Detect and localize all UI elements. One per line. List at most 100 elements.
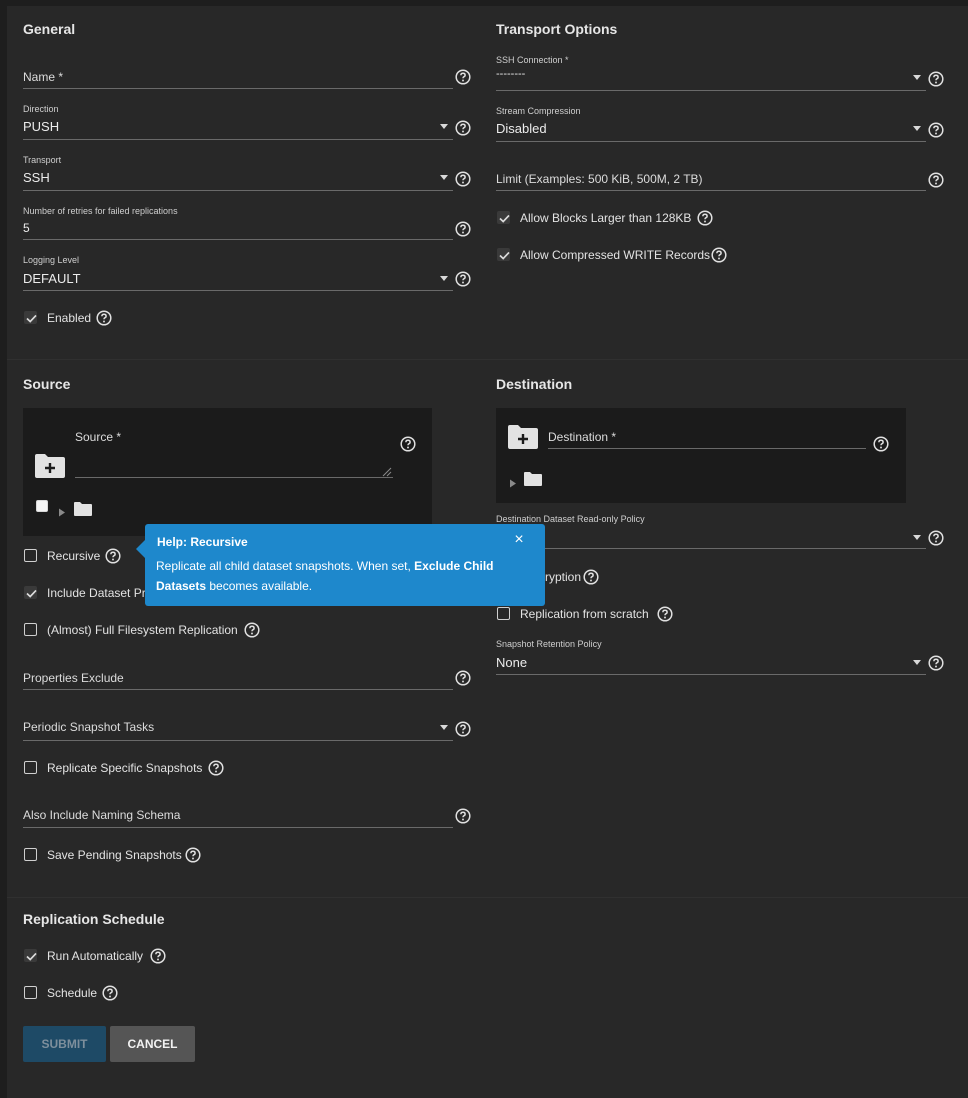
- replication-schedule-section-title: Replication Schedule: [23, 911, 165, 927]
- chevron-down-icon[interactable]: [440, 124, 448, 129]
- periodic-tasks-select[interactable]: Periodic Snapshot Tasks: [23, 720, 154, 734]
- folder-plus-icon[interactable]: [34, 453, 66, 484]
- expand-arrow-icon[interactable]: [509, 475, 517, 493]
- help-circle-icon[interactable]: [928, 530, 944, 546]
- resize-handle-icon[interactable]: [380, 464, 392, 482]
- allow-compressed-checkbox[interactable]: [497, 248, 510, 261]
- chevron-down-icon[interactable]: [440, 175, 448, 180]
- help-circle-icon[interactable]: [244, 622, 260, 638]
- close-icon[interactable]: ×: [513, 532, 525, 548]
- help-circle-icon[interactable]: [455, 721, 471, 737]
- help-circle-icon[interactable]: [455, 670, 471, 686]
- allow-compressed-label: Allow Compressed WRITE Records: [520, 248, 711, 262]
- encryption-label: ryption: [545, 570, 582, 584]
- help-circle-icon[interactable]: [583, 569, 599, 585]
- folder-icon: [73, 501, 93, 522]
- chevron-down-icon[interactable]: [913, 75, 921, 80]
- properties-exclude-underline: [23, 689, 453, 690]
- help-circle-icon[interactable]: [697, 210, 713, 226]
- chevron-down-icon[interactable]: [440, 276, 448, 281]
- properties-exclude-input[interactable]: Properties Exclude: [23, 671, 124, 685]
- help-circle-icon[interactable]: [928, 71, 944, 87]
- full-filesystem-checkbox[interactable]: [24, 623, 37, 636]
- cancel-button[interactable]: CANCEL: [110, 1026, 195, 1062]
- help-circle-icon[interactable]: [102, 985, 118, 1001]
- help-circle-icon[interactable]: [185, 847, 201, 863]
- allow-large-blocks-label: Allow Blocks Larger than 128KB: [520, 211, 692, 225]
- help-circle-icon[interactable]: [455, 69, 471, 85]
- recursive-checkbox[interactable]: [24, 549, 37, 562]
- replication-from-scratch-checkbox[interactable]: [497, 607, 510, 620]
- schedule-label: Schedule: [47, 986, 98, 1000]
- chevron-down-icon[interactable]: [913, 535, 921, 540]
- save-pending-checkbox[interactable]: [24, 848, 37, 861]
- help-circle-icon[interactable]: [96, 310, 112, 326]
- general-section-title: General: [23, 21, 76, 37]
- readonly-policy-label: Destination Dataset Read-only Policy: [496, 514, 645, 524]
- direction-label: Direction: [23, 104, 59, 114]
- full-filesystem-label: (Almost) Full Filesystem Replication: [47, 623, 238, 637]
- allow-large-blocks-checkbox[interactable]: [497, 211, 510, 224]
- source-tree-node-checkbox[interactable]: [36, 500, 48, 512]
- replicate-specific-checkbox[interactable]: [24, 761, 37, 774]
- run-automatically-checkbox[interactable]: [24, 949, 37, 962]
- stream-compression-select[interactable]: Disabled: [496, 121, 547, 136]
- help-circle-icon[interactable]: [150, 948, 166, 964]
- ssh-connection-select[interactable]: --------: [496, 68, 525, 80]
- help-circle-icon[interactable]: [657, 606, 673, 622]
- direction-underline: [23, 139, 453, 140]
- name-input[interactable]: Name *: [23, 70, 63, 84]
- direction-select[interactable]: PUSH: [23, 119, 59, 134]
- ssh-connection-label: SSH Connection *: [496, 55, 569, 65]
- transport-options-section-title: Transport Options: [496, 21, 618, 37]
- section-divider: [7, 359, 968, 360]
- help-circle-icon[interactable]: [455, 808, 471, 824]
- include-dataset-properties-label: Include Dataset Pr: [47, 586, 146, 600]
- tooltip-body: Replicate all child dataset snapshots. W…: [156, 556, 536, 596]
- limit-underline: [496, 190, 926, 191]
- enabled-checkbox[interactable]: [24, 311, 37, 324]
- help-tooltip: Help: Recursive × Replicate all child da…: [136, 524, 545, 606]
- naming-schema-underline: [23, 827, 453, 828]
- recursive-label: Recursive: [47, 549, 101, 563]
- folder-plus-icon[interactable]: [507, 424, 539, 455]
- help-circle-icon[interactable]: [455, 221, 471, 237]
- tooltip-arrow: [136, 540, 145, 558]
- section-divider: [7, 897, 968, 898]
- transport-label: Transport: [23, 155, 62, 165]
- logging-select[interactable]: DEFAULT: [23, 271, 81, 286]
- help-circle-icon[interactable]: [208, 760, 224, 776]
- replicate-specific-label: Replicate Specific Snapshots: [47, 761, 203, 775]
- chevron-down-icon[interactable]: [913, 660, 921, 665]
- include-dataset-properties-checkbox[interactable]: [24, 586, 37, 599]
- readonly-policy-select[interactable]: [496, 548, 926, 549]
- help-circle-icon[interactable]: [873, 436, 889, 452]
- help-circle-icon[interactable]: [928, 172, 944, 188]
- help-circle-icon[interactable]: [455, 271, 471, 287]
- submit-button[interactable]: SUBMIT: [23, 1026, 106, 1062]
- help-circle-icon[interactable]: [455, 171, 471, 187]
- help-circle-icon[interactable]: [105, 548, 121, 564]
- source-textarea[interactable]: [75, 477, 393, 478]
- retention-policy-select[interactable]: None: [496, 655, 527, 670]
- folder-icon: [523, 471, 543, 492]
- schedule-checkbox[interactable]: [24, 986, 37, 999]
- help-circle-icon[interactable]: [400, 436, 416, 452]
- chevron-down-icon[interactable]: [913, 126, 921, 131]
- limit-input[interactable]: Limit (Examples: 500 KiB, 500M, 2 TB): [496, 172, 703, 186]
- chevron-down-icon[interactable]: [440, 725, 448, 730]
- help-circle-icon[interactable]: [711, 247, 727, 263]
- retries-label: Number of retries for failed replication…: [23, 206, 178, 216]
- retries-input[interactable]: 5: [23, 221, 30, 235]
- retries-underline: [23, 239, 453, 240]
- naming-schema-input[interactable]: Also Include Naming Schema: [23, 808, 180, 822]
- transport-select[interactable]: SSH: [23, 170, 50, 185]
- help-circle-icon[interactable]: [928, 655, 944, 671]
- help-circle-icon[interactable]: [455, 120, 471, 136]
- expand-arrow-icon[interactable]: [58, 504, 66, 522]
- tooltip-title: Help: Recursive: [157, 535, 248, 549]
- destination-section-title: Destination: [496, 376, 573, 392]
- help-circle-icon[interactable]: [928, 122, 944, 138]
- logging-label: Logging Level: [23, 255, 80, 265]
- destination-input[interactable]: Destination *: [548, 430, 616, 444]
